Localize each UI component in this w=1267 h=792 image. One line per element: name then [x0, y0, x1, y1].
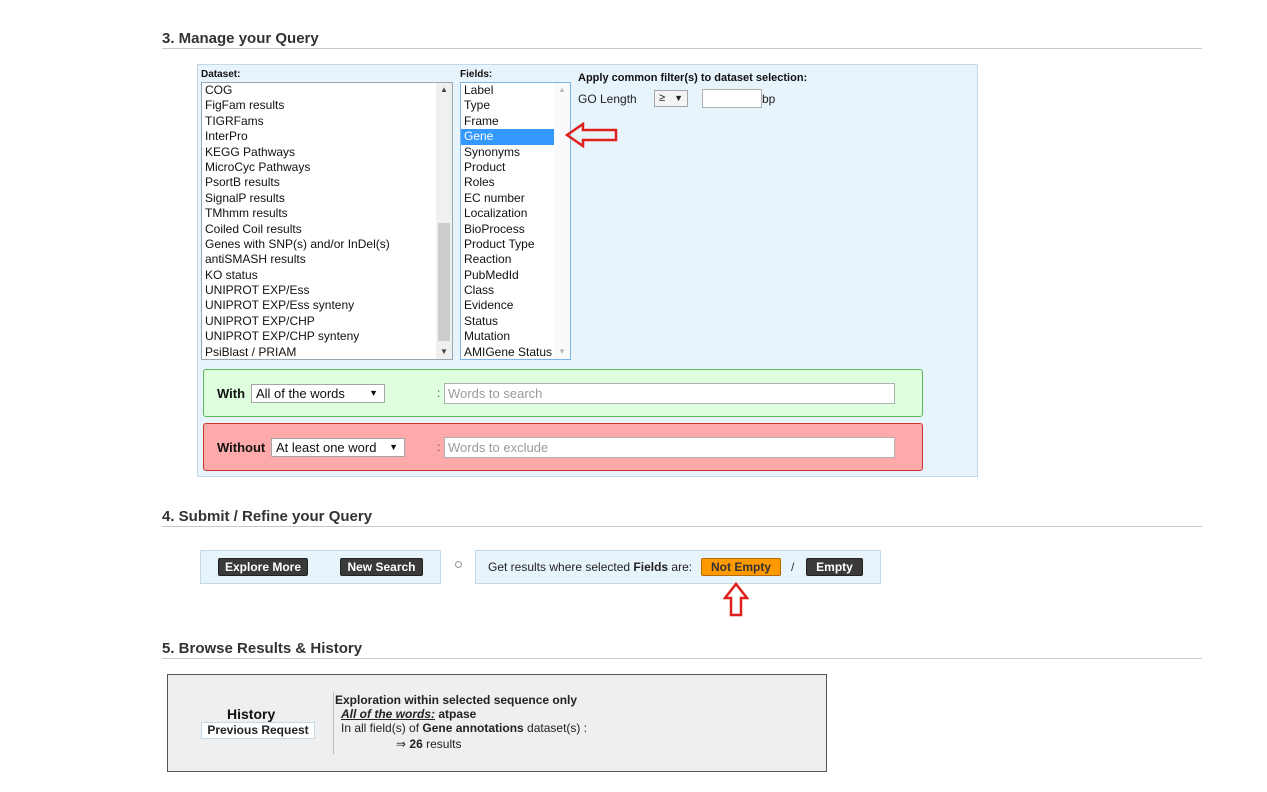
scroll-down-icon[interactable]: ▼ — [436, 345, 452, 359]
with-mode-select[interactable]: All of the words ▼ — [251, 384, 385, 403]
scroll-up-icon[interactable]: ▲ — [436, 83, 452, 97]
list-option[interactable]: antiSMASH results — [202, 252, 452, 267]
not-empty-button[interactable]: Not Empty — [701, 558, 781, 576]
without-mode-select[interactable]: At least one word ▼ — [271, 438, 405, 457]
operator-value: ≥ — [659, 92, 666, 104]
list-option[interactable]: PsortB results — [202, 175, 452, 190]
new-search-button[interactable]: New Search — [340, 558, 423, 576]
fields-line-prefix: In all field(s) of — [341, 721, 423, 735]
list-option[interactable]: SignalP results — [202, 191, 452, 206]
list-option[interactable]: InterPro — [202, 129, 452, 144]
section4-rule — [162, 526, 1202, 527]
without-label: Without — [217, 440, 266, 455]
exploration-text: Exploration within selected sequence onl… — [335, 693, 578, 707]
chevron-down-icon: ▼ — [369, 388, 378, 398]
empty-button[interactable]: Empty — [806, 558, 863, 576]
words-line: All of the words: atpase — [341, 707, 476, 721]
scroll-down-icon[interactable]: ▼ — [554, 345, 570, 359]
result-arrow-icon: ⇒ — [396, 737, 407, 751]
separator-circle-icon — [455, 561, 462, 568]
fields-text-prefix: Get results where selected — [488, 560, 634, 574]
fields-line-bold: Gene annotations — [422, 721, 524, 735]
colon-separator: : — [437, 386, 441, 400]
fields-line-suffix: dataset(s) : — [523, 721, 588, 735]
explore-more-button[interactable]: Explore More — [218, 558, 308, 576]
unit-label: bp — [762, 92, 776, 106]
without-mode-value: At least one word — [276, 440, 377, 455]
result-count: 26 — [409, 737, 423, 751]
fields-label: Fields: — [460, 69, 493, 80]
section3-rule — [162, 48, 1202, 49]
dataset-scrollbar[interactable]: ▲ ▼ — [436, 83, 452, 359]
without-search-input[interactable]: Words to exclude — [444, 437, 895, 458]
section5-title: 5. Browse Results & History — [162, 640, 363, 657]
go-length-label: GO Length — [578, 92, 637, 106]
fields-text-bold: Fields — [633, 560, 669, 574]
list-option[interactable]: PsiBlast / PRIAM — [202, 345, 452, 359]
list-option[interactable]: TMhmm results — [202, 206, 452, 221]
list-option[interactable]: COG — [202, 83, 452, 98]
section4-title: 4. Submit / Refine your Query — [162, 508, 373, 525]
list-option[interactable]: MicroCyc Pathways — [202, 160, 452, 175]
fields-text-suffix: are: — [668, 560, 693, 574]
chevron-down-icon: ▼ — [389, 442, 398, 452]
list-option[interactable]: UNIPROT EXP/Ess synteny — [202, 298, 452, 313]
chevron-down-icon: ▼ — [674, 93, 683, 103]
history-divider — [333, 692, 334, 754]
list-option[interactable]: FigFam results — [202, 98, 452, 113]
words-label: All of the words: — [341, 707, 435, 721]
fields-line: In all field(s) of Gene annotations data… — [341, 721, 587, 735]
section3-title: 3. Manage your Query — [162, 30, 319, 47]
go-length-operator-select[interactable]: ≥ ▼ — [654, 90, 688, 107]
with-search-input[interactable]: Words to search — [444, 383, 895, 404]
words-value: atpase — [435, 707, 477, 721]
go-length-input[interactable] — [702, 89, 762, 108]
list-option[interactable]: KO status — [202, 268, 452, 283]
scroll-up-icon[interactable]: ▲ — [554, 83, 570, 97]
list-option[interactable]: UNIPROT EXP/Ess — [202, 283, 452, 298]
list-option[interactable]: KEGG Pathways — [202, 145, 452, 160]
colon-separator: : — [437, 440, 441, 454]
list-option[interactable]: UNIPROT EXP/CHP synteny — [202, 329, 452, 344]
left-pointing-arrow-icon — [565, 122, 618, 148]
scroll-thumb[interactable] — [438, 223, 450, 341]
list-option[interactable]: Coiled Coil results — [202, 222, 452, 237]
slash-separator: / — [791, 560, 795, 574]
list-option[interactable]: TIGRFams — [202, 114, 452, 129]
fields-listbox[interactable]: Label Type Frame Gene Synonyms Product Roles EC… — [460, 82, 571, 360]
dataset-label: Dataset: — [201, 69, 241, 80]
result-line[interactable]: ⇒ 26 results — [396, 737, 461, 751]
fields-filter-text: Get results where selected Fields are: — [488, 560, 692, 574]
section5-rule — [162, 658, 1202, 659]
up-pointing-arrow-icon — [723, 582, 749, 617]
dataset-listbox[interactable]: COG FigFam results TIGRFams InterPro KEGG Pa… — [201, 82, 453, 360]
with-label: With — [217, 386, 246, 401]
result-suffix: results — [422, 737, 462, 751]
with-mode-value: All of the words — [256, 386, 345, 401]
list-option[interactable]: Genes with SNP(s) and/or InDel(s) — [202, 237, 452, 252]
history-title: History — [227, 706, 276, 722]
filter-title: Apply common filter(s) to dataset select… — [578, 72, 808, 84]
list-option[interactable]: UNIPROT EXP/CHP — [202, 314, 452, 329]
previous-request-button[interactable]: Previous Request — [201, 722, 315, 739]
